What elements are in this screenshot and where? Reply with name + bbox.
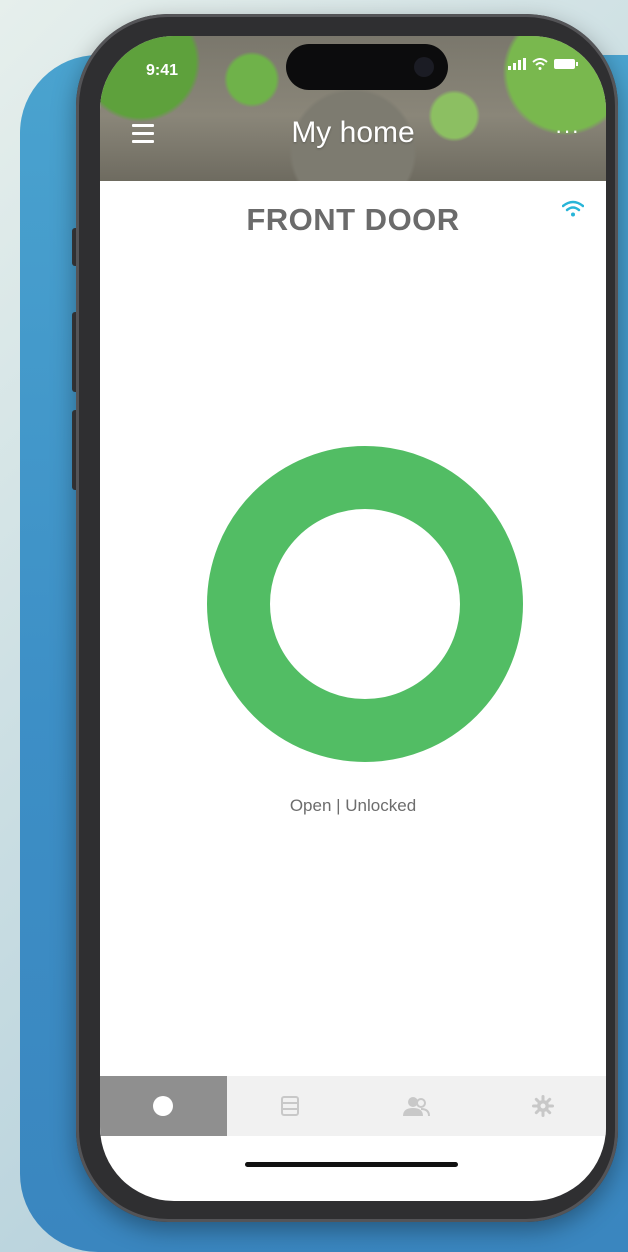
wifi-status-bar-icon	[532, 58, 548, 70]
front-camera	[414, 57, 434, 77]
tab-history[interactable]	[227, 1076, 354, 1136]
more-options-button[interactable]: ···	[555, 118, 580, 144]
users-icon	[403, 1097, 431, 1117]
tab-lock[interactable]	[100, 1076, 227, 1136]
wifi-connected-icon	[562, 200, 584, 217]
cellular-signal-icon	[508, 58, 526, 70]
page-title: My home	[291, 116, 415, 149]
gear-icon	[531, 1095, 554, 1117]
lock-toggle-button[interactable]	[207, 446, 523, 762]
list-icon	[280, 1096, 299, 1116]
status-icons	[508, 58, 578, 70]
door-name: FRONT DOOR	[246, 202, 460, 237]
tab-users[interactable]	[353, 1076, 480, 1136]
status-time: 9:41	[146, 62, 179, 79]
home-indicator[interactable]	[245, 1162, 458, 1167]
tab-settings[interactable]	[480, 1076, 607, 1136]
lock-status-text: Open | Unlocked	[289, 796, 417, 815]
lock-status-icon	[153, 1096, 174, 1116]
battery-icon	[554, 59, 578, 69]
phone-screen: 9:41 My home ··· FRONT DOOR Open | Unloc…	[100, 36, 606, 1201]
dynamic-island	[286, 44, 448, 90]
tab-bar	[100, 1076, 606, 1136]
